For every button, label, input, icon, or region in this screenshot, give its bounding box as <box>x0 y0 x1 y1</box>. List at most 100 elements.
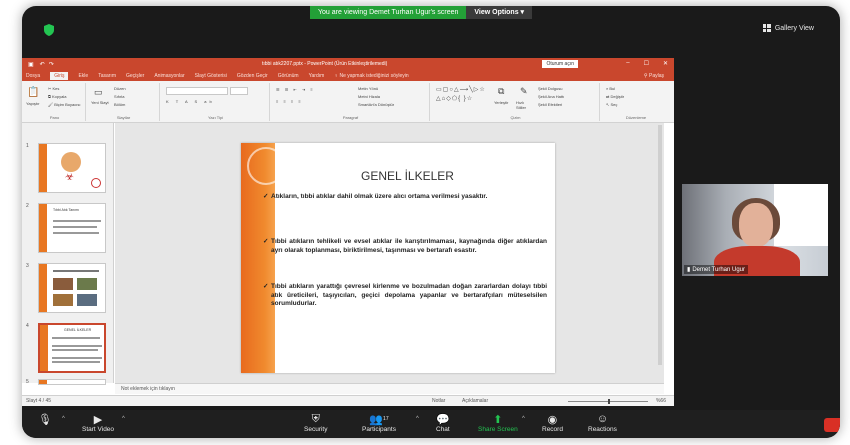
select-button[interactable]: ↖ Seç <box>606 102 617 107</box>
ribbon-group-clipboard: 📋 Yapıştır ✂ Kes ⧉ Kopyala 🖌 Biçim Boyac… <box>24 83 86 121</box>
shape-effects-button[interactable]: Şekil Efektleri <box>538 102 562 107</box>
tab-gecisler[interactable]: Geçişler <box>126 73 144 79</box>
participants-options-caret[interactable]: ^ <box>416 416 419 422</box>
font-name-combo[interactable] <box>166 87 228 95</box>
quick-styles-icon[interactable]: ✎ <box>520 86 528 97</box>
paste-icon[interactable]: 📋 <box>27 87 39 98</box>
end-meeting-button[interactable] <box>824 418 840 432</box>
zoom-slider[interactable] <box>568 399 648 404</box>
zoom-slider-knob[interactable] <box>608 399 610 404</box>
list-buttons[interactable]: ☰ ☰ ⇤ ⇥ ≡ <box>276 87 315 92</box>
chat-button[interactable]: 💬 Chat <box>436 412 450 434</box>
mute-options-caret[interactable]: ^ <box>62 416 65 422</box>
checkmark-bullet-icon: ✓ <box>263 193 269 200</box>
tab-ekle[interactable]: Ekle <box>78 73 88 79</box>
section-button[interactable]: Bölüm <box>114 102 125 107</box>
share-button[interactable]: ⚲ Paylaş <box>644 73 664 79</box>
ppt-ribbon: 📋 Yapıştır ✂ Kes ⧉ Kopyala 🖌 Biçim Boyac… <box>22 81 674 123</box>
biohazard-icon: ☣ <box>65 172 74 183</box>
thumb-title: GENEL İLKELER <box>64 328 92 332</box>
grid-icon <box>762 24 771 32</box>
reactions-label: Reactions <box>588 426 617 433</box>
thumb-text-line <box>53 226 97 228</box>
mute-button[interactable]: 🎙 <box>38 412 52 426</box>
maximize-icon[interactable]: ☐ <box>644 60 649 67</box>
tab-yardim[interactable]: Yardım <box>309 73 325 79</box>
shapes-gallery-row2[interactable]: △⌂◇⬠{ }☆ <box>436 95 473 102</box>
arrange-icon[interactable]: ⧉ <box>498 86 504 97</box>
save-icon[interactable]: ▣ <box>28 61 34 68</box>
tab-gozden-gecir[interactable]: Gözden Geçir <box>237 73 268 79</box>
view-options-button[interactable]: View Options ▾ <box>466 6 533 19</box>
quick-styles-button[interactable]: Hızlı Stiller <box>516 100 532 110</box>
gallery-view-button[interactable]: Gallery View <box>762 24 814 32</box>
align-buttons[interactable]: ≡ ≡ ≡ ≡ <box>276 99 303 104</box>
security-button[interactable]: ⛨ Security <box>304 412 327 434</box>
participants-icon: 👥 17 <box>369 413 389 426</box>
record-button[interactable]: ◉ Record <box>542 412 563 434</box>
slide-thumbnail-pane: 1 ☣ 2 Tıbbi Atık Tanımı 3 4 GENEL İLKELE… <box>22 123 114 385</box>
paste-button[interactable]: Yapıştır <box>26 101 40 106</box>
replace-button[interactable]: ⇄ Değiştir <box>606 94 624 99</box>
cut-button[interactable]: ✂ Kes <box>48 86 59 91</box>
reset-button[interactable]: Sıfırla <box>114 94 124 99</box>
reactions-button[interactable]: ☺ Reactions <box>588 412 617 433</box>
participant-video[interactable]: ▮ Demet Turhan Ugur <box>682 184 828 276</box>
magnifier-icon: ⌕ <box>606 86 609 91</box>
tab-animasyonlar[interactable]: Animasyonlar <box>154 73 184 79</box>
undo-icon[interactable]: ↶ <box>40 61 45 68</box>
tell-me-search[interactable]: ♀ Ne yapmak istediğinizi söyleyin <box>334 73 408 79</box>
comments-toggle-button[interactable]: Açıklamalar <box>462 398 488 404</box>
redo-icon[interactable]: ↷ <box>49 61 54 68</box>
ribbon-group-editing: ⌕ Bul ⇄ Değiştir ↖ Seç Düzenleme <box>602 83 670 121</box>
share-screen-button[interactable]: ⬆ Share Screen <box>478 412 518 434</box>
notes-pane[interactable]: Not eklemek için tıklayın <box>115 383 664 394</box>
ppt-status-bar: Slayt 4 / 45 Notlar Açıklamalar %66 <box>22 395 674 406</box>
slide-thumbnail-2[interactable]: Tıbbi Atık Tanımı <box>38 203 106 253</box>
shapes-gallery[interactable]: ▭▢○△⟶╲▷☆ <box>436 86 486 93</box>
font-format-buttons[interactable]: K T A S ab <box>166 99 215 104</box>
shape-outline-button[interactable]: Şekil Ana Hattı <box>538 94 564 99</box>
thumb-number-1: 1 <box>26 143 29 149</box>
minimize-icon[interactable]: – <box>626 60 629 67</box>
participant-count: 17 <box>383 416 389 422</box>
smiley-icon: ☺ <box>596 413 609 425</box>
tab-gorunum[interactable]: Görünüm <box>278 73 299 79</box>
format-painter-button[interactable]: 🖌 Biçim Boyacısı <box>48 102 80 107</box>
current-slide[interactable]: GENEL İLKELER ✓ Atıkların, tıbbi atıklar… <box>241 143 555 373</box>
slide-thumbnail-5[interactable] <box>38 379 106 385</box>
align-text-button[interactable]: Metni Hizala <box>358 94 380 99</box>
arrange-button[interactable]: Yerleştir <box>494 100 508 105</box>
canvas-scrollbar[interactable] <box>658 125 662 365</box>
copy-button[interactable]: ⧉ Kopyala <box>48 94 66 99</box>
new-slide-icon[interactable]: ▭ <box>94 87 103 98</box>
tab-tasarim[interactable]: Tasarım <box>98 73 116 79</box>
slide-editing-canvas: GENEL İLKELER ✓ Atıkların, tıbbi atıklar… <box>115 123 664 383</box>
sign-in-button[interactable]: Oturum açın <box>542 60 578 68</box>
shape-fill-button[interactable]: Şekil Dolgusu <box>538 86 562 91</box>
zoom-level[interactable]: %66 <box>656 398 666 404</box>
layout-button[interactable]: Düzen <box>114 86 126 91</box>
tab-slayt-gosterisi[interactable]: Slayt Gösterisi <box>195 73 227 79</box>
close-icon[interactable]: ✕ <box>663 60 668 67</box>
find-button[interactable]: ⌕ Bul <box>606 86 615 91</box>
tab-giris[interactable]: Giriş <box>50 71 69 80</box>
microphone-icon: 🎙 <box>38 413 52 426</box>
notes-toggle-button[interactable]: Notlar <box>432 398 445 404</box>
text-direction-button[interactable]: Metin Yönü <box>358 86 378 91</box>
thumb-text-line <box>53 220 101 222</box>
participants-button[interactable]: 👥 17 Participants <box>362 412 396 434</box>
smartart-button[interactable]: SmartArt'a Dönüştür <box>358 102 394 107</box>
slide-thumbnail-4[interactable]: GENEL İLKELER <box>38 323 106 373</box>
record-icon: ◉ <box>547 413 558 426</box>
video-options-caret[interactable]: ^ <box>122 416 125 422</box>
share-options-caret[interactable]: ^ <box>522 416 525 422</box>
slide-thumbnail-3[interactable] <box>38 263 106 313</box>
start-video-button[interactable]: ▶ Start Video <box>82 412 114 434</box>
font-size-combo[interactable] <box>230 87 248 95</box>
slide-thumbnail-1[interactable]: ☣ <box>38 143 106 193</box>
ribbon-group-slides: ▭ Yeni Slayt Düzen Sıfırla Bölüm Slaytla… <box>88 83 160 121</box>
new-slide-button[interactable]: Yeni Slayt <box>91 100 109 105</box>
tab-dosya[interactable]: Dosya <box>26 73 40 79</box>
shield-icon[interactable] <box>44 24 54 36</box>
